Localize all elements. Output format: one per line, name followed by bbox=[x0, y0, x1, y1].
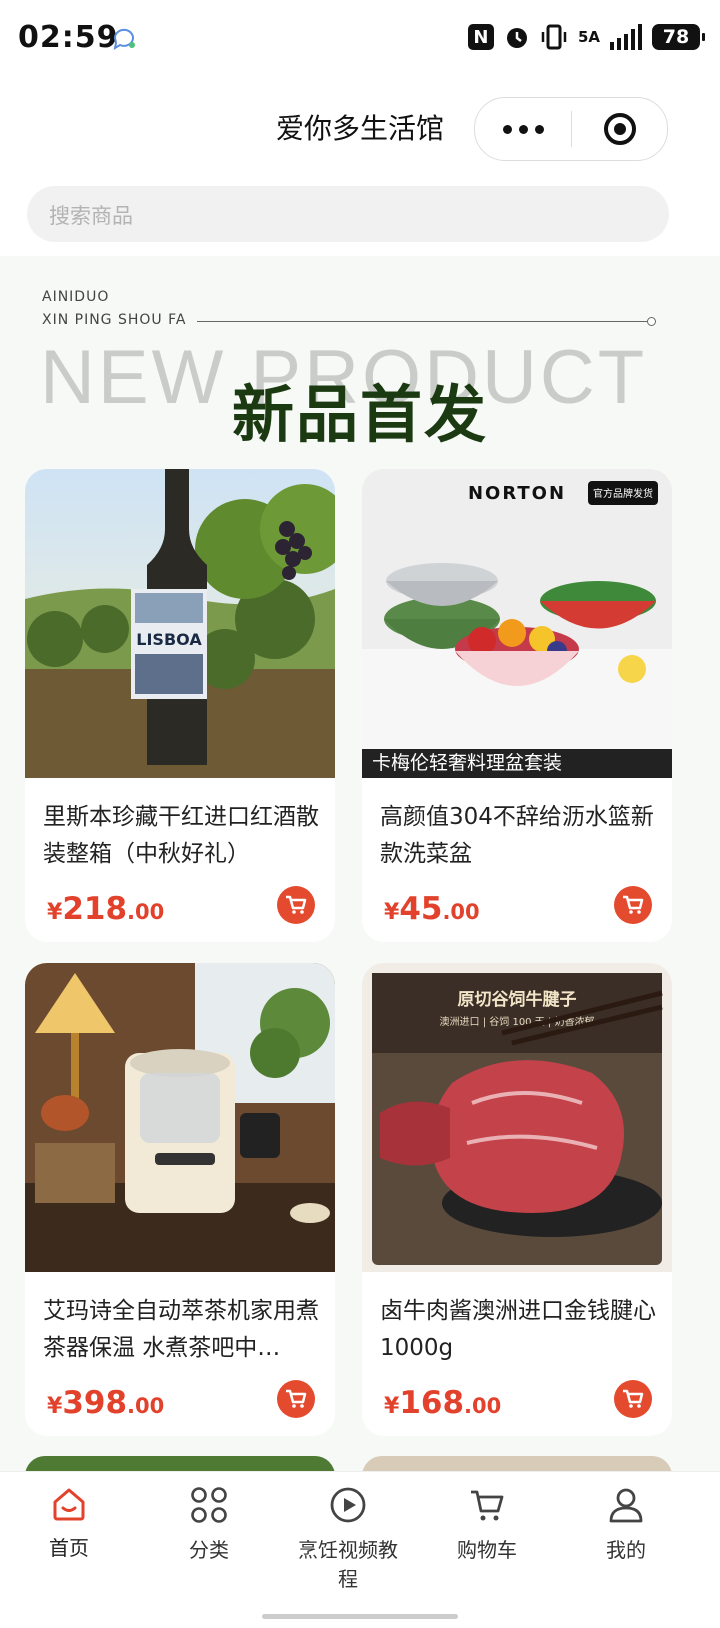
signal-icon bbox=[610, 24, 642, 50]
battery-indicator: 78 bbox=[652, 24, 705, 50]
product-image-wine[interactable]: LISBOA bbox=[25, 469, 335, 778]
alarm-icon bbox=[506, 28, 527, 48]
cart-icon bbox=[286, 1389, 307, 1408]
decorative-line bbox=[197, 321, 651, 322]
product-image-partial bbox=[362, 1456, 672, 1471]
cart-icon bbox=[286, 895, 307, 914]
more-dots-icon bbox=[502, 124, 512, 134]
home-indicator[interactable] bbox=[262, 1614, 458, 1619]
product-name[interactable]: 艾玛诗全自动萃茶机家用煮茶器保温 水煮茶吧中… bbox=[43, 1293, 319, 1367]
product-card[interactable]: NORTON 官方品牌发货 卡梅伦轻奢料理盆套装 高颜值304不辞给沥水篮新款洗… bbox=[362, 469, 672, 942]
product-image-tea-machine[interactable] bbox=[25, 963, 335, 1272]
target-icon bbox=[603, 113, 636, 145]
nfc-icon: N bbox=[467, 24, 494, 50]
brand-logo-text: NORTON bbox=[468, 483, 566, 504]
image-caption: 卡梅伦轻奢料理盆套装 bbox=[372, 752, 562, 774]
product-price: ¥218.00 bbox=[47, 891, 165, 927]
close-miniprogram-button[interactable] bbox=[572, 113, 667, 145]
product-name[interactable]: 高颜值304不辞给沥水篮新款洗菜盆 bbox=[380, 799, 656, 873]
home-icon bbox=[53, 1488, 85, 1521]
product-card-partial[interactable] bbox=[362, 1456, 672, 1471]
product-price: ¥45.00 bbox=[384, 891, 480, 927]
tab-cart[interactable]: 购物车 bbox=[432, 1486, 542, 1563]
product-card[interactable]: 艾玛诗全自动萃茶机家用煮茶器保温 水煮茶吧中… ¥398.00 bbox=[25, 963, 335, 1436]
search-placeholder: 搜索商品 bbox=[49, 204, 133, 228]
product-card[interactable]: 原切谷饲牛腱子 澳洲进口 | 谷饲 100 天 | 奶香浓郁 卤牛肉酱澳洲进口金… bbox=[362, 963, 672, 1436]
status-bar: 02:59 N 5A 78 bbox=[0, 0, 720, 80]
add-to-cart-button[interactable] bbox=[277, 1380, 315, 1418]
user-icon bbox=[609, 1488, 643, 1523]
product-price: ¥168.00 bbox=[384, 1385, 502, 1421]
product-image-beef[interactable]: 原切谷饲牛腱子 澳洲进口 | 谷饲 100 天 | 奶香浓郁 bbox=[362, 963, 672, 1272]
tab-profile[interactable]: 我的 bbox=[571, 1486, 681, 1563]
tab-cooking-videos[interactable]: 烹饪视频教程 bbox=[293, 1486, 403, 1592]
tab-label: 首页 bbox=[49, 1536, 89, 1560]
product-image-partial bbox=[25, 1456, 335, 1471]
search-input[interactable]: 搜索商品 bbox=[27, 186, 669, 242]
tab-category[interactable]: 分类 bbox=[154, 1486, 264, 1563]
main-content: AINIDUO XIN PING SHOU FA NEW PRODUCT 新品首… bbox=[0, 256, 720, 1471]
network-type: 5A bbox=[577, 27, 600, 46]
banner-subtitle: XIN PING SHOU FA bbox=[42, 312, 187, 328]
product-name[interactable]: 里斯本珍藏干红进口红酒散装整箱（中秋好礼） bbox=[43, 799, 319, 873]
product-card-partial[interactable] bbox=[25, 1456, 335, 1471]
product-image-bowls[interactable]: NORTON 官方品牌发货 卡梅伦轻奢料理盆套装 bbox=[362, 469, 672, 778]
product-price: ¥398.00 bbox=[47, 1385, 165, 1421]
decorative-dot bbox=[647, 317, 656, 326]
product-card[interactable]: LISBOA 里斯本珍藏干红进口红酒散装整箱（中秋好礼） ¥218.00 bbox=[25, 469, 335, 942]
product-name[interactable]: 卤牛肉酱澳洲进口金钱腱心1000g bbox=[380, 1293, 656, 1367]
add-to-cart-button[interactable] bbox=[277, 886, 315, 924]
chat-bubble-icon bbox=[113, 28, 135, 50]
more-button[interactable] bbox=[475, 124, 571, 134]
tab-label: 我的 bbox=[606, 1538, 646, 1562]
badge-text: 官方品牌发货 bbox=[593, 487, 653, 500]
bottle-label-text: LISBOA bbox=[136, 630, 202, 649]
add-to-cart-button[interactable] bbox=[614, 1380, 652, 1418]
bottom-tab-bar: 首页 分类 烹饪视频教程 购物车 我的 bbox=[0, 1471, 720, 1628]
title-bar: 爱你多生活馆 bbox=[0, 95, 720, 165]
grid-icon bbox=[191, 1487, 227, 1523]
cart-icon bbox=[623, 895, 644, 914]
tab-label: 烹饪视频教程 bbox=[298, 1538, 398, 1591]
tab-label: 分类 bbox=[189, 1538, 229, 1562]
vibrate-icon bbox=[541, 24, 567, 50]
play-icon bbox=[330, 1487, 366, 1523]
banner-headline: 新品首发 bbox=[231, 378, 488, 451]
status-time: 02:59 bbox=[18, 20, 119, 55]
cart-icon bbox=[623, 1389, 644, 1408]
tab-label: 购物车 bbox=[457, 1538, 517, 1562]
tab-home[interactable]: 首页 bbox=[14, 1486, 124, 1561]
image-title: 原切谷饲牛腱子 bbox=[458, 989, 577, 1010]
banner-brand: AINIDUO bbox=[42, 289, 110, 305]
add-to-cart-button[interactable] bbox=[614, 886, 652, 924]
miniprogram-capsule bbox=[474, 97, 668, 161]
cart-icon bbox=[471, 1490, 504, 1521]
